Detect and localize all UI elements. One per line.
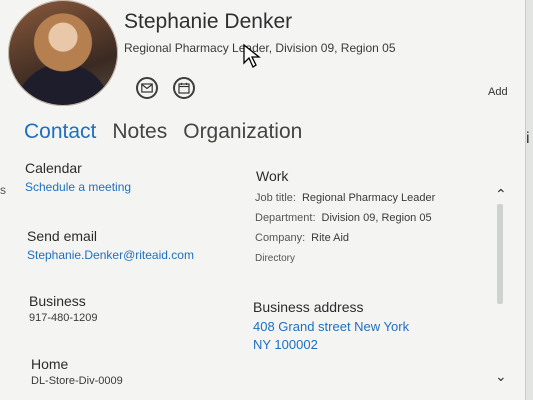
background-text-fragment-left: s — [0, 183, 6, 197]
background-text-fragment: i — [526, 130, 530, 147]
scrollbar[interactable]: ⌃ ⌄ — [495, 186, 507, 385]
directory-link[interactable]: Directory — [255, 253, 295, 264]
company-value: Rite Aid — [311, 232, 350, 244]
contact-card: Stephanie Denker Regional Pharmacy Leade… — [0, 0, 526, 400]
department-value: Division 09, Region 05 — [321, 212, 432, 224]
background-window: i — [526, 0, 533, 400]
department-row: Department: Division 09, Region 05 — [255, 212, 432, 224]
add-button[interactable]: Add — [488, 86, 508, 98]
address-line-2[interactable]: NY 100002 — [253, 337, 318, 352]
business-address-label: Business address — [253, 299, 364, 315]
company-label: Company: — [255, 232, 306, 244]
job-title-row: Job title: Regional Pharmacy Leader — [255, 192, 435, 204]
business-phone-value: 917-480-1209 — [29, 312, 98, 324]
send-email-label: Send email — [27, 228, 98, 244]
mail-icon[interactable] — [136, 77, 158, 99]
tab-notes[interactable]: Notes — [112, 120, 167, 144]
contact-name: Stephanie Denker — [124, 10, 293, 33]
work-section-title: Work — [256, 168, 289, 184]
home-label: Home — [31, 356, 69, 372]
job-title-value: Regional Pharmacy Leader — [301, 192, 436, 204]
job-title-label: Job title: — [255, 192, 296, 204]
home-value: DL-Store-Div-0009 — [31, 375, 123, 387]
address-line-1[interactable]: 408 Grand street New York — [253, 319, 409, 334]
avatar — [8, 0, 118, 106]
scroll-thumb[interactable] — [497, 204, 503, 304]
department-label: Department: — [255, 212, 316, 224]
calendar-icon[interactable] — [173, 77, 195, 99]
mouse-cursor-icon — [243, 43, 261, 68]
calendar-label: Calendar — [25, 160, 82, 176]
company-row: Company: Rite Aid — [255, 232, 349, 244]
tab-organization[interactable]: Organization — [183, 120, 302, 144]
chevron-down-icon[interactable]: ⌄ — [495, 368, 507, 385]
tab-contact[interactable]: Contact — [24, 120, 96, 144]
tab-bar: Contact Notes Organization — [24, 120, 302, 144]
email-link[interactable]: Stephanie.Denker@riteaid.com — [27, 248, 194, 262]
chevron-up-icon[interactable]: ⌃ — [495, 186, 507, 203]
business-phone-label: Business — [29, 293, 86, 309]
schedule-meeting-link[interactable]: Schedule a meeting — [25, 180, 131, 194]
